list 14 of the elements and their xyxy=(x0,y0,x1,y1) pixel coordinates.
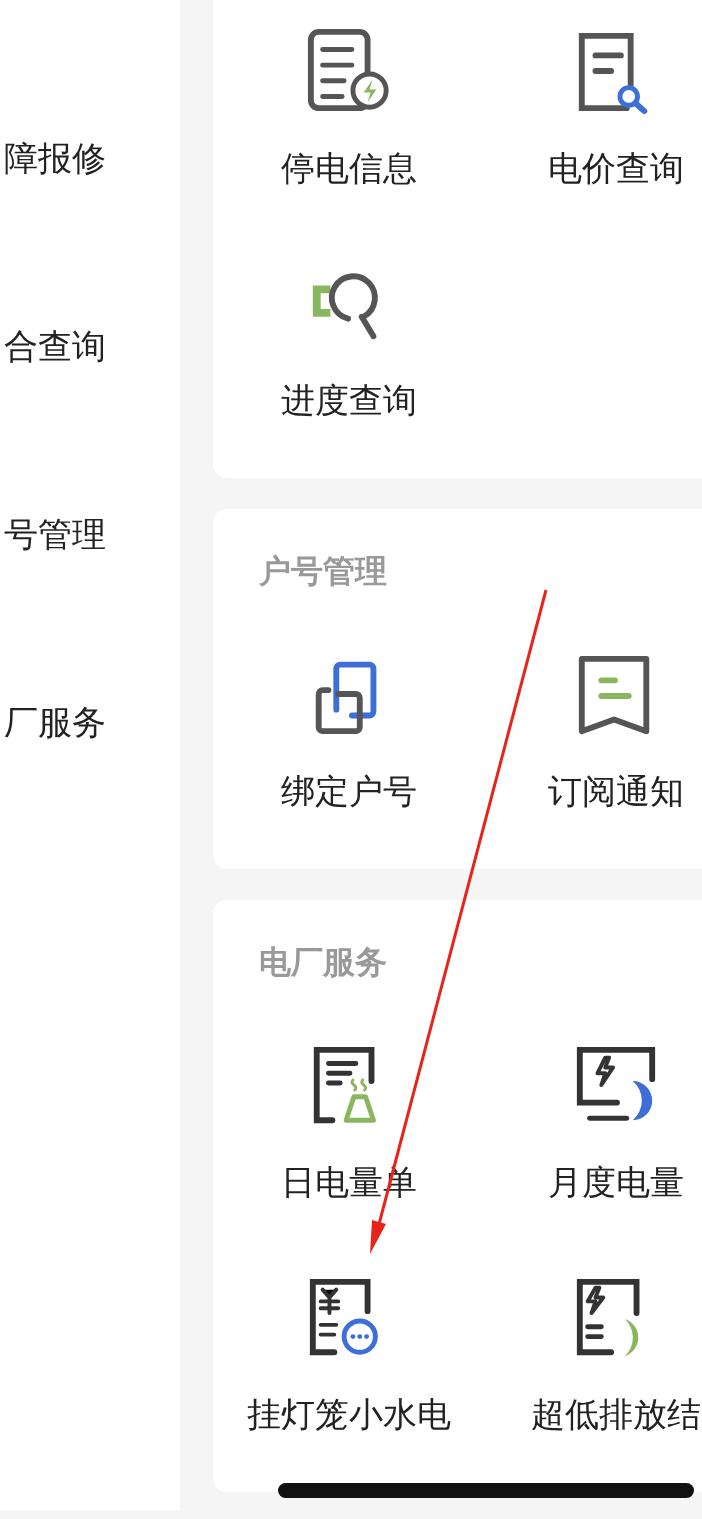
service-link[interactable]: 月度电量 xyxy=(548,1160,684,1204)
sidebar-item[interactable]: 合查询 xyxy=(0,320,180,372)
service-link[interactable]: 绑定户号 xyxy=(281,769,417,813)
sidebar-item[interactable]: 厂服务 xyxy=(0,696,180,748)
service-link[interactable]: 电价查询 xyxy=(548,146,684,190)
section-title: 电厂服务 xyxy=(258,942,388,983)
service-link[interactable]: 进度查询 xyxy=(281,378,417,422)
service-link[interactable]: 挂灯笼小水电 xyxy=(247,1392,451,1436)
sidebar-item[interactable]: 障报修 xyxy=(0,132,180,184)
service-link[interactable]: 订阅通知 xyxy=(548,769,684,813)
sidebar-item[interactable]: 号管理 xyxy=(0,508,180,560)
service-link[interactable]: 超低排放结 xyxy=(531,1392,701,1436)
service-link[interactable]: 停电信息 xyxy=(281,146,417,190)
section-title: 户号管理 xyxy=(258,551,388,592)
